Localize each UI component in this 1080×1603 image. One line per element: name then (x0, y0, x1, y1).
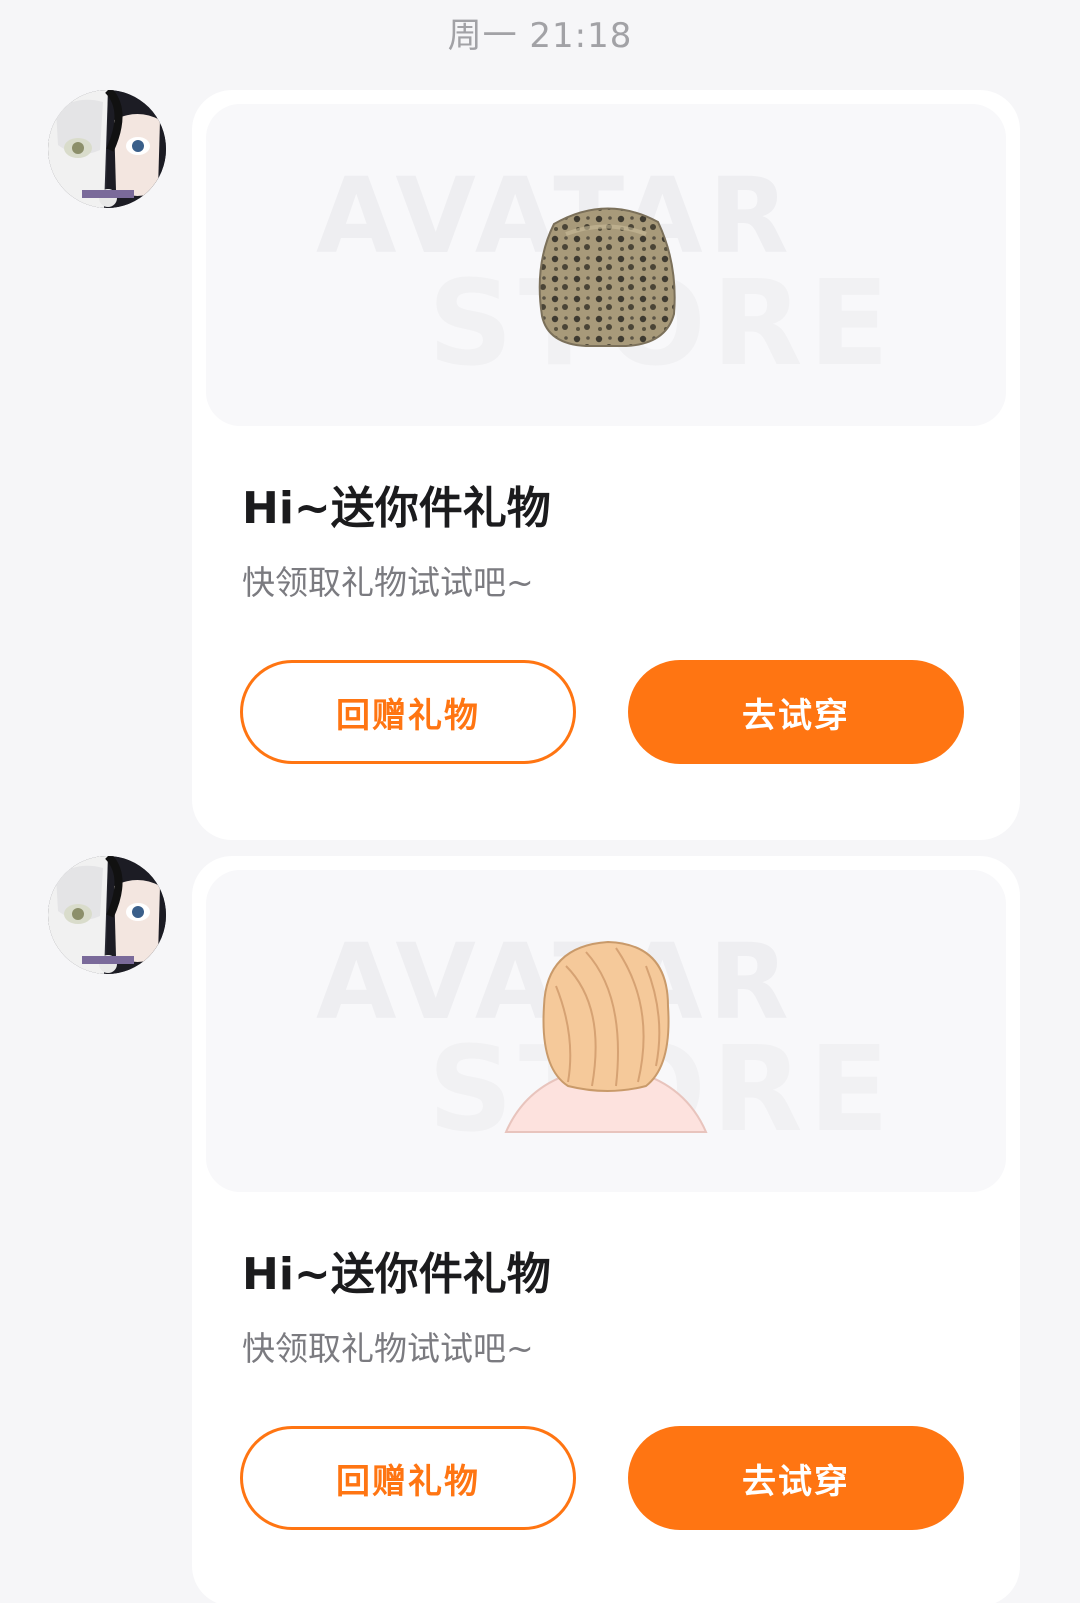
try-on-button[interactable]: 去试穿 (628, 1426, 964, 1530)
gift-preview[interactable]: AVATAR STORE (206, 104, 1006, 426)
return-gift-button[interactable]: 回赠礼物 (240, 660, 576, 764)
gift-title: Hi~送你件礼物 (242, 1249, 551, 1300)
return-gift-button[interactable]: 回赠礼物 (240, 1426, 576, 1530)
blonde-hair-icon (496, 936, 716, 1136)
gift-message: AVATAR STORE (0, 90, 1080, 840)
message-timestamp: 周一 21:18 (447, 16, 633, 56)
leopard-print-hat-icon (506, 194, 706, 374)
gift-subtitle: 快领取礼物试试吧~ (242, 1329, 534, 1368)
sender-avatar[interactable] (48, 856, 166, 974)
gift-message: AVATAR STORE Hi~送你件礼物 快领取礼物试试吧~ 回赠 (0, 856, 1080, 1603)
try-on-button[interactable]: 去试穿 (628, 660, 964, 764)
gift-preview[interactable]: AVATAR STORE (206, 870, 1006, 1192)
gift-card: AVATAR STORE (192, 90, 1020, 840)
gift-card: AVATAR STORE Hi~送你件礼物 快领取礼物试试吧~ 回赠 (192, 856, 1020, 1603)
sender-avatar[interactable] (48, 90, 166, 208)
gift-title: Hi~送你件礼物 (242, 483, 551, 534)
gift-subtitle: 快领取礼物试试吧~ (242, 563, 534, 602)
chat-page: 周一 21:18 AVATAR STORE (0, 0, 1080, 1603)
